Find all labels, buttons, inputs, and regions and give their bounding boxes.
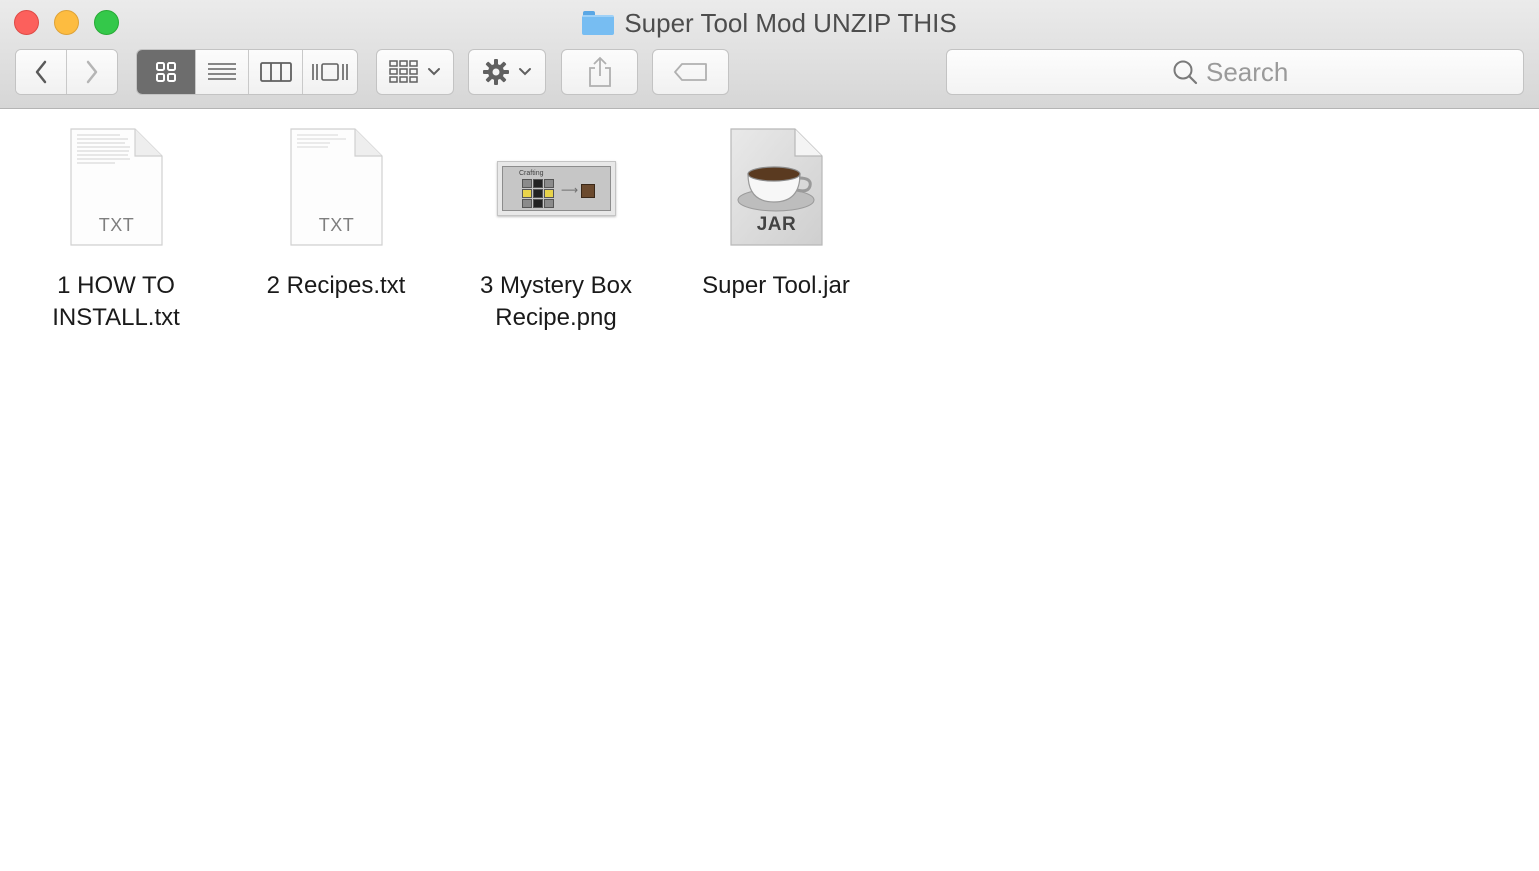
list-view-icon: [208, 63, 236, 80]
arrange-grid-icon: [389, 60, 418, 83]
file-item[interactable]: TXT 1 HOW TO INSTALL.txt: [6, 124, 226, 334]
nav-buttons: [15, 49, 118, 95]
view-mode-control: [136, 49, 358, 95]
file-item[interactable]: Crafting ⟶ 3 Mystery Box Recipe.png: [446, 124, 666, 334]
icon-view-button[interactable]: [137, 50, 196, 94]
arrow-right-icon: ⟶: [561, 183, 579, 197]
file-item[interactable]: TXT 2 Recipes.txt: [226, 124, 446, 302]
search-icon: [1173, 60, 1198, 85]
thumbnail-label: Crafting: [519, 170, 544, 177]
share-icon: [588, 56, 611, 87]
action-button[interactable]: [468, 49, 546, 95]
arrange-button[interactable]: [376, 49, 454, 95]
toolbar: Super Tool Mod UNZIP THIS: [0, 0, 1539, 109]
search-field[interactable]: [946, 49, 1524, 95]
chevron-left-icon: [35, 60, 46, 84]
chevron-down-icon: [428, 68, 440, 76]
tag-button[interactable]: [652, 49, 729, 95]
tag-icon: [673, 63, 707, 81]
text-document-icon: TXT: [70, 128, 163, 246]
file-type-label: TXT: [98, 215, 135, 235]
list-view-button[interactable]: [196, 50, 249, 94]
column-view-icon: [259, 62, 292, 82]
folder-icon: [582, 11, 615, 35]
finder-window: Super Tool Mod UNZIP THIS Search TXT 1 H…: [0, 0, 1539, 871]
file-area: TXT 1 HOW TO INSTALL.txt TXT 2 Recipes.t…: [0, 110, 1539, 871]
file-name: 3 Mystery Box Recipe.png: [479, 272, 633, 331]
file-name: Super Tool.jar: [702, 272, 850, 299]
text-document-icon: TXT: [290, 128, 383, 246]
share-button[interactable]: [561, 49, 638, 95]
file-name: 2 Recipes.txt: [266, 272, 406, 299]
file-type-label: JAR: [756, 214, 797, 235]
forward-button[interactable]: [66, 50, 117, 94]
mystery-box-icon: [581, 184, 595, 198]
jar-file-icon: JAR: [730, 128, 823, 246]
file-name: 1 HOW TO INSTALL.txt: [52, 272, 180, 331]
window-title: Super Tool Mod UNZIP THIS: [0, 6, 1539, 40]
file-item[interactable]: JAR Super Tool.jar: [666, 124, 886, 302]
column-view-button[interactable]: [249, 50, 303, 94]
chevron-down-icon: [519, 68, 531, 76]
cover-flow-view-button[interactable]: [303, 50, 357, 94]
icon-view-icon: [156, 62, 176, 82]
window-title-text: Super Tool Mod UNZIP THIS: [624, 7, 957, 38]
search-input[interactable]: [1206, 56, 1298, 88]
gear-icon: [483, 59, 509, 85]
image-thumbnail: Crafting ⟶: [497, 161, 616, 216]
chevron-right-icon: [86, 60, 97, 84]
cover-flow-view-icon: [312, 63, 348, 81]
back-button[interactable]: [16, 50, 67, 94]
file-type-label: TXT: [318, 215, 355, 235]
